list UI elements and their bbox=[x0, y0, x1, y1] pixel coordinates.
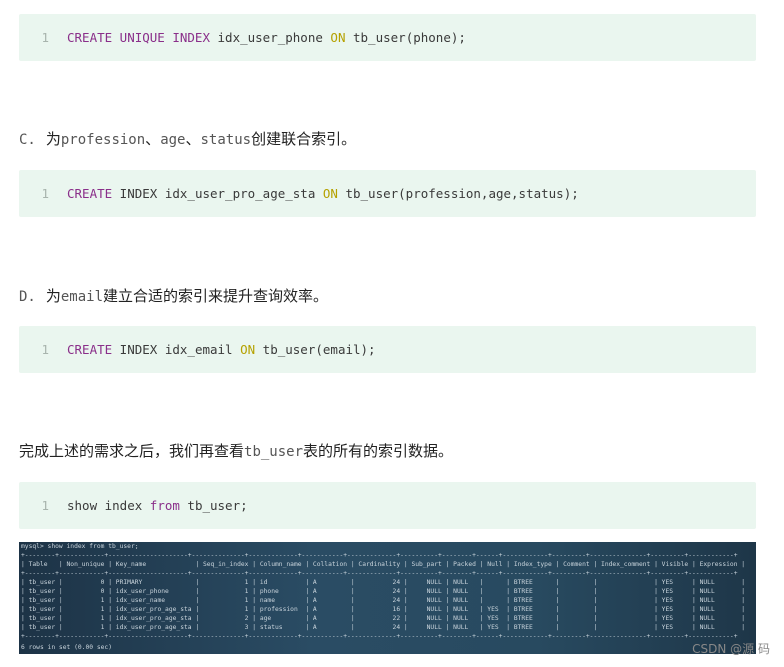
text: 为 bbox=[45, 130, 61, 148]
terminal-separator: +--------+------------+-----------------… bbox=[21, 570, 738, 577]
terminal-header: | Table | Non_unique | Key_name | Seq_in… bbox=[21, 561, 746, 568]
sql-text: show index bbox=[67, 498, 150, 513]
terminal-output-image: mysql> show index from tb_user; +-------… bbox=[19, 542, 756, 654]
sql-keyword: CREATE bbox=[67, 186, 113, 201]
paragraph-c: C. 为 profession 、 age 、 status 创建联合索引。 bbox=[19, 128, 356, 149]
terminal-prompt: mysql> show index from tb_user; bbox=[21, 543, 139, 550]
sql-text-tail: tb_user(phone); bbox=[345, 30, 466, 45]
paragraph-summary: 完成上述的需求之后，我们再查看 tb_user 表的所有的索引数据。 bbox=[19, 440, 453, 461]
code-block-show-index: 1 show index from tb_user; bbox=[19, 482, 756, 529]
sql-keyword-on: ON bbox=[322, 186, 338, 201]
sql-text: INDEX idx_email bbox=[112, 342, 241, 357]
text: 为 bbox=[45, 287, 61, 305]
terminal-separator: +--------+------------+-----------------… bbox=[21, 552, 738, 559]
sql-keyword: CREATE bbox=[67, 342, 113, 357]
code-block-compound-index: 1 CREATE INDEX idx_user_pro_age_sta ON t… bbox=[19, 170, 756, 217]
text: 、 bbox=[145, 130, 161, 148]
text: 建立合适的索引来提升查询效率。 bbox=[103, 287, 329, 305]
inline-code: age bbox=[160, 132, 186, 148]
sql-keyword-on: ON bbox=[330, 30, 346, 45]
list-prefix: D. bbox=[19, 289, 36, 305]
inline-code: status bbox=[200, 132, 252, 148]
code-block-unique-index: 1 CREATE UNIQUE INDEX idx_user_phone ON … bbox=[19, 14, 756, 61]
terminal-separator: +--------+------------+-----------------… bbox=[21, 633, 738, 640]
sql-text-tail: tb_user(email); bbox=[255, 342, 376, 357]
terminal-row: | tb_user | 1 | idx_user_pro_age_sta | 2… bbox=[21, 615, 746, 622]
sql-text: INDEX idx_user_pro_age_sta bbox=[112, 186, 323, 201]
text: 完成上述的需求之后，我们再查看 bbox=[19, 442, 245, 460]
terminal-row: | tb_user | 1 | idx_user_pro_age_sta | 1… bbox=[21, 606, 746, 613]
line-number: 1 bbox=[41, 342, 49, 357]
inline-code: email bbox=[60, 289, 104, 305]
sql-text-tail: tb_user(profession,age,status); bbox=[337, 186, 579, 201]
terminal-row: | tb_user | 1 | idx_user_name | 1 | name… bbox=[21, 597, 746, 604]
sql-text-tail: tb_user; bbox=[179, 498, 248, 513]
text: 创建联合索引。 bbox=[251, 130, 357, 148]
terminal-row: | tb_user | 0 | PRIMARY | 1 | id | A | 2… bbox=[21, 579, 746, 586]
sql-text: idx_user_phone bbox=[210, 30, 331, 45]
inline-code: tb_user bbox=[244, 444, 304, 460]
inline-code: profession bbox=[60, 132, 146, 148]
terminal-row: | tb_user | 0 | idx_user_phone | 1 | pho… bbox=[21, 588, 746, 595]
terminal-footer: 6 rows in set (0.00 sec) bbox=[21, 644, 112, 651]
line-number: 1 bbox=[41, 498, 49, 513]
terminal-row: | tb_user | 1 | idx_user_pro_age_sta | 3… bbox=[21, 624, 746, 631]
list-prefix: C. bbox=[19, 132, 36, 148]
line-number: 1 bbox=[41, 30, 49, 45]
watermark: CSDN @源 码 bbox=[692, 642, 770, 656]
text: 、 bbox=[185, 130, 201, 148]
sql-keyword: CREATE UNIQUE INDEX bbox=[67, 30, 210, 45]
sql-keyword: from bbox=[149, 498, 180, 513]
code-block-email-index: 1 CREATE INDEX idx_email ON tb_user(emai… bbox=[19, 326, 756, 373]
text: 表的所有的索引数据。 bbox=[303, 442, 454, 460]
sql-keyword-on: ON bbox=[240, 342, 256, 357]
line-number: 1 bbox=[41, 186, 49, 201]
paragraph-d: D. 为 email 建立合适的索引来提升查询效率。 bbox=[19, 285, 328, 306]
